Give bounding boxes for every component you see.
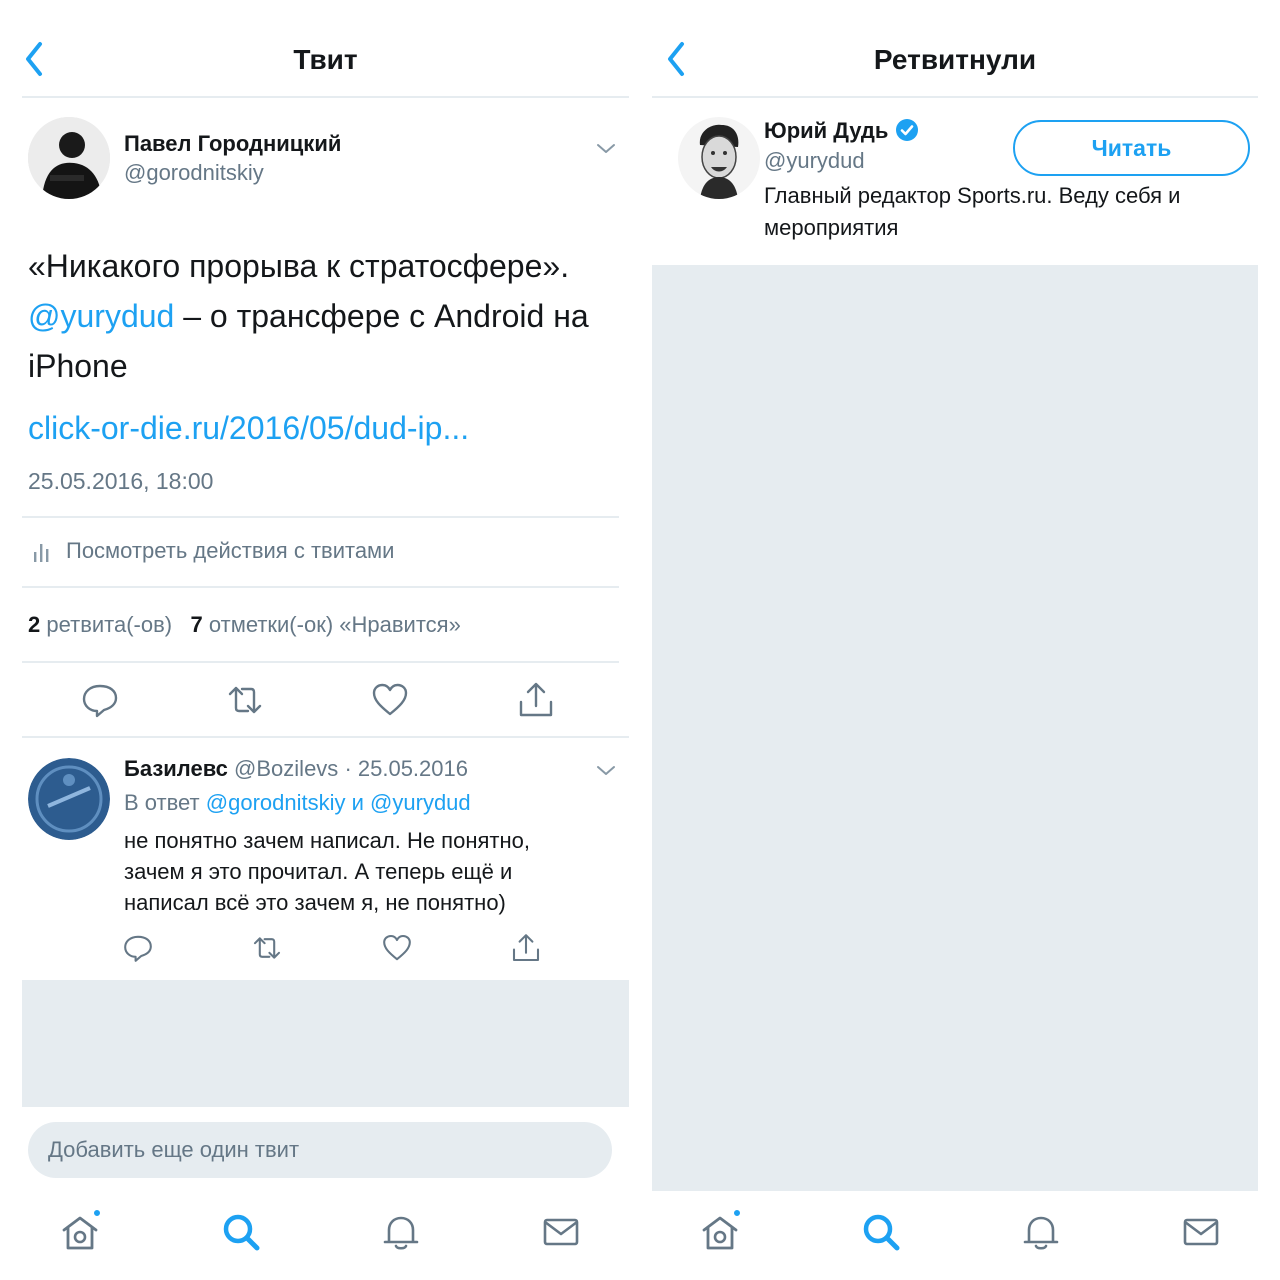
retweeters-screen: Ретвитнули Юрий Дудь @yurydud Главный ре… (652, 0, 1258, 1280)
mention-link[interactable]: @yurydud (28, 298, 174, 334)
tweet-text-line: «Никакого прорыва к стратосфере». (28, 248, 570, 284)
reply-text-line: написал всё это зачем я, не понятно) (124, 890, 506, 915)
compose-reply-input[interactable]: Добавить еще один твит (28, 1122, 612, 1178)
heart-icon (372, 683, 408, 716)
tweet-text-line: @yurydud – о трансфере с Android на (28, 291, 628, 341)
navigation-bar: Ретвитнули (652, 0, 1258, 98)
club-logo (28, 758, 110, 840)
user-bio: Главный редактор Sports.ru. Веду себя и … (764, 180, 1180, 244)
share-icon (519, 682, 553, 717)
search-icon (863, 1214, 900, 1251)
divider (22, 586, 619, 588)
chevron-down-icon (597, 144, 615, 153)
empty-area (22, 980, 629, 1107)
reply-icon (124, 935, 152, 962)
divider (22, 736, 629, 738)
tab-search[interactable] (219, 1210, 263, 1254)
reply-author-handle[interactable]: @Bozilevs (234, 756, 338, 781)
bell-icon (1023, 1216, 1059, 1250)
tab-home[interactable] (698, 1208, 742, 1254)
retweets-label: ретвита(-ов) (46, 612, 173, 637)
mail-icon (1183, 1218, 1219, 1246)
likes-count: 7 (190, 612, 203, 637)
user-bio-line: мероприятия (764, 215, 899, 240)
mention-link[interactable]: @gorodnitskiy (206, 790, 346, 815)
user-avatar[interactable] (678, 117, 760, 199)
user-bio-line: Главный редактор Sports.ru. Веду себя и (764, 183, 1181, 208)
reply-options-button[interactable] (594, 758, 618, 782)
tweet-text-line: iPhone (28, 348, 128, 384)
reply-author-name[interactable]: Базилевс (124, 756, 228, 781)
reply-text-line: зачем я это прочитал. А теперь ещё и (124, 859, 513, 884)
notification-dot (92, 1208, 102, 1218)
like-button[interactable] (370, 680, 410, 720)
tab-messages[interactable] (1179, 1210, 1223, 1254)
reply-button[interactable] (80, 680, 120, 720)
reply-text-line: не понятно зачем написал. Не понятно, (124, 828, 530, 853)
reply-date: · 25.05.2016 (344, 756, 468, 781)
navigation-bar: Твит (22, 0, 629, 98)
tab-notifications[interactable] (379, 1210, 423, 1254)
tweet-timestamp: 25.05.2016, 18:00 (28, 468, 214, 494)
user-name-row: Юрий Дудь (764, 118, 919, 144)
bell-icon (383, 1216, 419, 1250)
page-title: Твит (293, 44, 358, 75)
verified-badge-icon (895, 119, 918, 141)
analytics-icon (34, 544, 49, 562)
tweet-text-fragment: – о трансфере с Android на (174, 298, 589, 334)
share-icon (512, 934, 540, 962)
reply-to-and: и (351, 790, 364, 815)
reply-reply-button[interactable] (122, 932, 154, 964)
tab-messages[interactable] (539, 1210, 583, 1254)
tab-notifications[interactable] (1019, 1210, 1063, 1254)
tweet-options-button[interactable] (594, 136, 618, 160)
tab-home[interactable] (58, 1208, 102, 1254)
tweet-text: «Никакого прорыва к стратосфере». @yuryd… (28, 241, 628, 391)
divider (22, 661, 619, 663)
compose-placeholder: Добавить еще один твит (48, 1137, 300, 1162)
retweet-icon (228, 686, 262, 714)
reply-icon (82, 684, 118, 718)
page-title: Ретвитнули (873, 44, 1037, 75)
retweets-count: 2 (28, 612, 41, 637)
reply-context: В ответ @gorodnitskiy и @yurydud (124, 790, 471, 816)
follow-button[interactable]: Читать (1013, 120, 1250, 176)
mention-link[interactable]: @yurydud (370, 790, 471, 815)
user-name[interactable]: Юрий Дудь (764, 118, 888, 143)
reply-text: не понятно зачем написал. Не понятно, за… (124, 825, 530, 918)
tweet-link[interactable]: click-or-die.ru/2016/05/dud-ip... (28, 410, 469, 447)
author-name[interactable]: Павел Городницкий (124, 131, 341, 157)
tweet-stats: 2 ретвита(-ов) 7 отметки(-ок) «Нравится» (28, 612, 461, 638)
reply-to-prefix: В ответ (124, 790, 200, 815)
reply-retweet-button[interactable] (251, 932, 283, 964)
retweets-stat[interactable]: 2 ретвита(-ов) (28, 612, 172, 637)
chevron-down-icon (597, 766, 615, 775)
reply-author-avatar[interactable] (28, 758, 110, 840)
empty-area (652, 265, 1258, 1191)
reply-like-button[interactable] (381, 932, 413, 964)
tweet-detail-screen: Твит Павел Городницкий @gorodnitskiy «Ни… (22, 0, 629, 1280)
search-icon (223, 1214, 260, 1251)
view-tweet-activity-button[interactable]: Посмотреть действия с твитами (28, 530, 618, 572)
notification-dot (732, 1208, 742, 1218)
divider (22, 516, 619, 518)
reply-header: Базилевс @Bozilevs · 25.05.2016 (124, 756, 468, 782)
tab-search[interactable] (859, 1210, 903, 1254)
author-handle[interactable]: @gorodnitskiy (124, 160, 264, 186)
retweet-icon (253, 937, 281, 959)
retweet-button[interactable] (225, 680, 265, 720)
person-photo (678, 117, 760, 199)
heart-icon (383, 934, 411, 961)
share-button[interactable] (516, 680, 556, 720)
author-avatar[interactable] (28, 117, 110, 199)
mail-icon (543, 1218, 579, 1246)
likes-label: отметки(-ок) «Нравится» (208, 612, 461, 637)
likes-stat[interactable]: 7 отметки(-ок) «Нравится» (190, 612, 460, 637)
reply-share-button[interactable] (510, 932, 542, 964)
analytics-label: Посмотреть действия с твитами (66, 538, 395, 563)
user-handle[interactable]: @yurydud (764, 148, 865, 174)
person-photo (28, 117, 110, 199)
